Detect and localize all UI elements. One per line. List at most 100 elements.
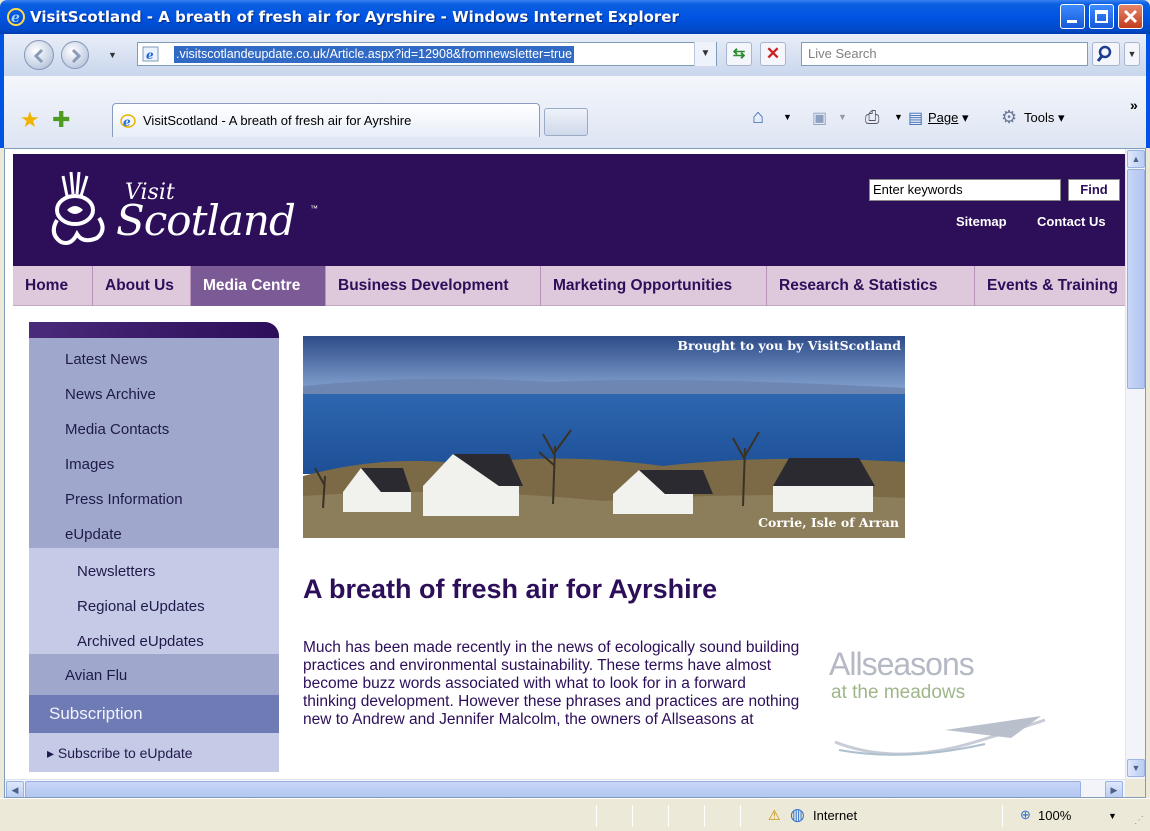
search-options-dropdown[interactable]: ▼	[1124, 42, 1140, 66]
maximize-button[interactable]	[1089, 4, 1114, 29]
tab-visitscotland[interactable]: e VisitScotland - A breath of fresh air …	[112, 103, 540, 137]
tab-ie-icon: e	[120, 114, 136, 129]
sidebar-submenu: Newsletters Regional eUpdates Archived e…	[29, 548, 279, 654]
new-tab-button[interactable]	[544, 108, 588, 136]
add-favorites-icon[interactable]: ✚	[52, 107, 70, 133]
back-arrow-icon	[33, 48, 44, 64]
nav-events-training[interactable]: Events & Training	[975, 266, 1129, 306]
main-navigation: Home About Us Media Centre Business Deve…	[13, 266, 1129, 306]
home-icon[interactable]: ⌂	[752, 106, 764, 129]
vertical-scrollbar[interactable]: ▲ ▼	[1125, 149, 1145, 779]
zoom-level[interactable]: 100%	[1038, 808, 1071, 823]
scroll-up-button[interactable]: ▲	[1127, 150, 1145, 168]
history-dropdown-icon[interactable]: ▼	[108, 50, 117, 60]
resize-grip-icon[interactable]: ⋰	[1134, 815, 1144, 826]
horizontal-scrollbar[interactable]: ◀ ▶	[5, 779, 1125, 797]
search-icon	[1096, 45, 1112, 62]
print-icon[interactable]: ⎙	[865, 107, 879, 128]
contact-us-link[interactable]: Contact Us	[1037, 214, 1106, 229]
status-divider	[632, 805, 633, 827]
back-button[interactable]	[24, 40, 54, 70]
logo-tm: ™	[310, 204, 318, 213]
sidebar-item-eupdate[interactable]: eUpdate	[65, 526, 122, 543]
scroll-left-button[interactable]: ◀	[6, 781, 24, 797]
horizontal-scroll-thumb[interactable]	[25, 781, 1081, 797]
keyword-search-input[interactable]: Enter keywords	[869, 179, 1061, 201]
sidebar-header-bar	[29, 322, 279, 338]
sidebar-item-images[interactable]: Images	[65, 456, 114, 473]
address-field[interactable]: e .visitscotlandeupdate.co.uk/Article.as…	[137, 42, 717, 66]
close-button[interactable]	[1118, 4, 1143, 29]
address-dropdown-button[interactable]: ▼	[694, 42, 716, 66]
vertical-scroll-thumb[interactable]	[1127, 169, 1145, 389]
ie-logo-icon: e	[7, 8, 25, 26]
banner-credit: Brought to you by VisitScotland	[677, 338, 901, 353]
globe-icon: ◍	[790, 805, 805, 824]
url-text[interactable]: .visitscotlandeupdate.co.uk/Article.aspx…	[174, 46, 575, 63]
nav-marketing-opportunities[interactable]: Marketing Opportunities	[541, 266, 767, 306]
address-toolbar: ▼ e .visitscotlandeupdate.co.uk/Article.…	[0, 34, 1150, 76]
scroll-down-button[interactable]: ▼	[1127, 759, 1145, 777]
banner-caption: Corrie, Isle of Arran	[758, 515, 899, 530]
scroll-right-button[interactable]: ▶	[1105, 781, 1123, 797]
forward-arrow-icon	[71, 48, 82, 64]
nav-business-development[interactable]: Business Development	[326, 266, 541, 306]
search-input[interactable]: Live Search	[801, 42, 1088, 66]
nav-research-statistics[interactable]: Research & Statistics	[767, 266, 975, 306]
close-icon	[1123, 9, 1138, 24]
sidebar-item-press-information[interactable]: Press Information	[65, 491, 183, 508]
allseasons-logo: Allseasons at the meadows	[825, 646, 1053, 766]
toolbar-overflow-icon[interactable]: »	[1130, 97, 1138, 113]
search-button[interactable]	[1092, 42, 1120, 66]
landscape-photo	[303, 336, 905, 538]
sidebar-item-media-contacts[interactable]: Media Contacts	[65, 421, 169, 438]
feeds-dropdown-icon[interactable]: ▼	[838, 112, 847, 122]
minimize-button[interactable]	[1060, 4, 1085, 29]
sidebar: Latest News News Archive Media Contacts …	[29, 322, 279, 772]
protected-mode-icon[interactable]: ⚠	[768, 807, 781, 824]
stop-button[interactable]: ✕	[760, 42, 786, 66]
svg-text:e: e	[123, 115, 131, 129]
tools-menu-label: Tools	[1024, 110, 1055, 125]
find-button[interactable]: Find	[1068, 179, 1120, 201]
sidebar-item-latest-news[interactable]: Latest News	[65, 351, 148, 368]
refresh-button[interactable]: ⇆	[726, 42, 752, 66]
forward-button[interactable]	[61, 41, 89, 69]
nav-home[interactable]: Home	[13, 266, 93, 306]
page-ie-icon: e	[142, 46, 159, 62]
zoom-icon: ⊕	[1020, 807, 1031, 822]
nav-media-centre[interactable]: Media Centre	[191, 266, 326, 306]
browser-viewport: Visit Scotland ™ Enter keywords Find Sit…	[4, 148, 1146, 798]
page-menu-label: Page	[928, 110, 959, 125]
status-divider	[596, 805, 597, 827]
security-zone[interactable]: Internet	[813, 808, 857, 823]
sidebar-item-newsletters[interactable]: Newsletters	[77, 563, 155, 580]
sidebar-item-regional-eupdates[interactable]: Regional eUpdates	[77, 598, 205, 615]
feeds-icon[interactable]: ▣	[812, 108, 827, 128]
status-divider	[704, 805, 705, 827]
nav-about-us[interactable]: About Us	[93, 266, 191, 306]
logo-scotland-text: Scotland	[116, 196, 296, 245]
page-menu[interactable]: Page ▾	[928, 110, 969, 126]
favorites-star-icon[interactable]: ★	[20, 107, 40, 133]
sidebar-menu: Latest News News Archive Media Contacts …	[29, 338, 279, 772]
scrollbar-corner	[1125, 779, 1145, 797]
tab-title: VisitScotland - A breath of fresh air fo…	[143, 113, 412, 128]
refresh-icon: ⇆	[732, 45, 746, 62]
sidebar-item-avian-flu[interactable]: Avian Flu	[65, 667, 127, 684]
window-title: VisitScotland - A breath of fresh air fo…	[30, 8, 679, 26]
title-bar: e VisitScotland - A breath of fresh air …	[0, 0, 1150, 34]
subscription-panel: ▸ Subscribe to eUpdate	[29, 733, 279, 772]
sidebar-item-news-archive[interactable]: News Archive	[65, 386, 156, 403]
status-bar: ⚠ ◍ Internet ⊕ 100% ▼ ⋰	[0, 798, 1150, 831]
svg-text:e: e	[146, 48, 154, 62]
thistle-logo-icon	[51, 171, 105, 245]
subscribe-link[interactable]: ▸ Subscribe to eUpdate	[47, 745, 193, 762]
gear-icon: ⚙	[1001, 107, 1018, 127]
print-dropdown-icon[interactable]: ▼	[894, 112, 903, 122]
sidebar-item-archived-eupdates[interactable]: Archived eUpdates	[77, 633, 204, 650]
home-dropdown-icon[interactable]: ▼	[783, 112, 792, 122]
tools-menu[interactable]: Tools ▾	[1024, 110, 1065, 126]
zoom-dropdown-icon[interactable]: ▼	[1108, 811, 1117, 821]
sitemap-link[interactable]: Sitemap	[956, 214, 1007, 229]
